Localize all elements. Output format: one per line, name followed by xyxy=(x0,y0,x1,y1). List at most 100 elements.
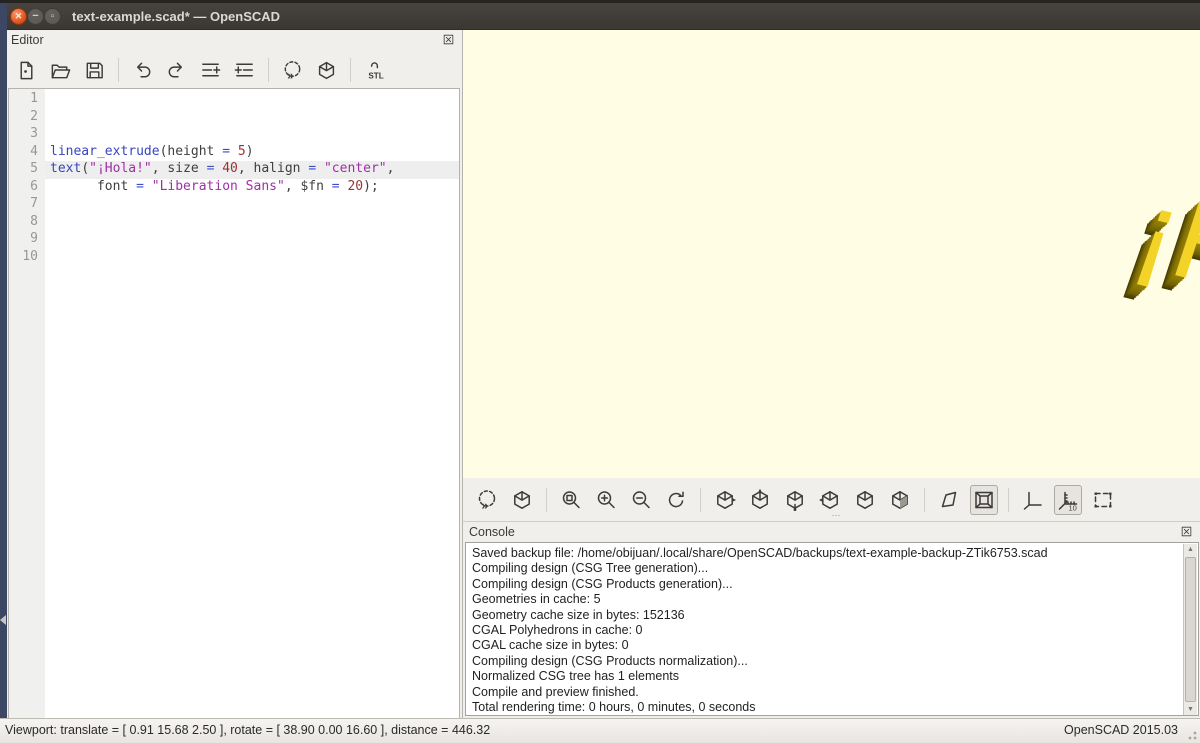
unindent-icon xyxy=(199,59,222,82)
editor-panel-header: Editor xyxy=(7,30,462,50)
openscad-window: text-example.scad* — OpenSCAD Editor » ST… xyxy=(0,0,1200,743)
viewport-toolbar: ⋯ » 10 xyxy=(462,478,1200,522)
code-lines[interactable]: linear_extrude(height = 5)text("¡Hola!",… xyxy=(45,89,459,718)
undo-icon xyxy=(131,59,154,82)
orthogonal-view-icon xyxy=(972,488,996,512)
viewport-status-text: Viewport: translate = [ 0.91 15.68 2.50 … xyxy=(5,723,490,737)
view-back-icon xyxy=(888,488,912,512)
console-close-icon[interactable] xyxy=(1180,525,1193,538)
code-line[interactable] xyxy=(45,249,459,267)
redo-button[interactable] xyxy=(163,56,190,84)
svg-text:»: » xyxy=(482,498,489,512)
view-right-button[interactable] xyxy=(711,485,739,515)
view-front-button[interactable] xyxy=(851,485,879,515)
code-line[interactable] xyxy=(45,109,459,127)
code-line[interactable] xyxy=(45,231,459,249)
console-panel: Console Saved backup file: /home/obijuan… xyxy=(462,522,1200,718)
console-line: CGAL Polyhedrons in cache: 0 xyxy=(472,623,1180,638)
console-line: Compiling design (CSG Products generatio… xyxy=(472,577,1180,592)
perspective-view-button[interactable] xyxy=(935,485,963,515)
editor-panel: Editor » STL 12345678910 linear_extrude(h… xyxy=(7,30,462,718)
code-line[interactable]: linear_extrude(height = 5) xyxy=(45,144,459,162)
maximize-window-icon[interactable] xyxy=(44,8,61,25)
toolbar-separator xyxy=(700,488,701,512)
show-scale-markers-button[interactable]: 10 xyxy=(1054,485,1082,515)
line-number: 1 xyxy=(9,91,45,109)
zoom-all-button[interactable] xyxy=(557,485,585,515)
resize-grip[interactable] xyxy=(1184,727,1198,741)
code-line[interactable] xyxy=(45,91,459,109)
console-log[interactable]: Saved backup file: /home/obijuan/.local/… xyxy=(465,542,1199,716)
code-line[interactable]: text("¡Hola!", size = 40, halign = "cent… xyxy=(45,161,459,179)
code-editor[interactable]: 12345678910 linear_extrude(height = 5)te… xyxy=(8,88,460,718)
view-bottom-button[interactable] xyxy=(781,485,809,515)
scrollbar-thumb[interactable] xyxy=(1185,557,1196,702)
code-line[interactable] xyxy=(45,126,459,144)
zoom-out-button[interactable] xyxy=(627,485,655,515)
view-front-icon xyxy=(853,488,877,512)
show-axes-icon xyxy=(1021,488,1045,512)
toolbar-separator xyxy=(546,488,547,512)
console-panel-title: Console xyxy=(469,525,515,539)
unindent-button[interactable] xyxy=(197,56,224,84)
extruded-text-model[interactable]: ¡Hola! xyxy=(1035,143,1200,383)
view-top-button[interactable] xyxy=(746,485,774,515)
save-button[interactable] xyxy=(81,56,108,84)
open-file-button[interactable] xyxy=(47,56,74,84)
line-number: 10 xyxy=(9,249,45,267)
titlebar[interactable]: text-example.scad* — OpenSCAD xyxy=(0,3,1200,30)
window-top-border xyxy=(0,0,1200,3)
window-title: text-example.scad* — OpenSCAD xyxy=(72,9,280,24)
view-left-icon xyxy=(818,488,842,512)
zoom-all-icon xyxy=(559,488,583,512)
toolbar-separator xyxy=(1008,488,1009,512)
show-axes-button[interactable] xyxy=(1019,485,1047,515)
new-file-button[interactable] xyxy=(13,56,40,84)
minimize-window-icon[interactable] xyxy=(27,8,44,25)
console-panel-header: Console xyxy=(463,522,1200,542)
background-window-edge xyxy=(0,3,7,718)
console-line: Geometries in cache: 5 xyxy=(472,592,1180,607)
3d-viewport[interactable]: ¡Hola! xyxy=(462,30,1200,478)
line-number: 3 xyxy=(9,126,45,144)
preview-button[interactable]: » xyxy=(279,56,306,84)
view-all-button[interactable] xyxy=(1089,485,1117,515)
line-number: 2 xyxy=(9,109,45,127)
view-top-icon xyxy=(748,488,772,512)
code-line[interactable] xyxy=(45,196,459,214)
splitter-handle[interactable]: ⋯ xyxy=(832,510,842,521)
overlay-scroll-arrow-icon[interactable] xyxy=(0,615,6,625)
render-button[interactable] xyxy=(313,56,340,84)
undo-button[interactable] xyxy=(129,56,156,84)
save-icon xyxy=(83,59,106,82)
indent-button[interactable] xyxy=(231,56,258,84)
preview-button[interactable]: » xyxy=(473,485,501,515)
scroll-down-icon[interactable]: ▼ xyxy=(1184,704,1197,716)
view-right-icon xyxy=(713,488,737,512)
console-line: Saved backup file: /home/obijuan/.local/… xyxy=(472,546,1180,561)
scroll-up-icon[interactable]: ▲ xyxy=(1184,544,1197,556)
console-line: Compiling design (CSG Tree generation)..… xyxy=(472,561,1180,576)
editor-close-icon[interactable] xyxy=(442,33,455,46)
toolbar-separator xyxy=(118,58,119,82)
zoom-in-button[interactable] xyxy=(592,485,620,515)
view-back-button[interactable] xyxy=(886,485,914,515)
export-stl-button[interactable]: STL xyxy=(361,56,388,84)
code-line[interactable] xyxy=(45,214,459,232)
console-scrollbar[interactable]: ▲ ▼ xyxy=(1183,544,1197,716)
view-bottom-icon xyxy=(783,488,807,512)
close-window-icon[interactable] xyxy=(10,8,27,25)
toolbar-separator xyxy=(350,58,351,82)
console-lines: Saved backup file: /home/obijuan/.local/… xyxy=(472,546,1180,715)
line-number-gutter: 12345678910 xyxy=(9,89,45,718)
console-line: Total rendering time: 0 hours, 0 minutes… xyxy=(472,700,1180,715)
render-icon xyxy=(510,488,534,512)
open-file-icon xyxy=(49,59,72,82)
reset-view-button[interactable] xyxy=(662,485,690,515)
console-line: Normalized CSG tree has 1 elements xyxy=(472,669,1180,684)
console-line: CGAL cache size in bytes: 0 xyxy=(472,638,1180,653)
render-button[interactable] xyxy=(508,485,536,515)
code-line[interactable]: font = "Liberation Sans", $fn = 20); xyxy=(45,179,459,197)
svg-text:10: 10 xyxy=(1069,503,1077,512)
orthogonal-view-button[interactable] xyxy=(970,485,998,515)
